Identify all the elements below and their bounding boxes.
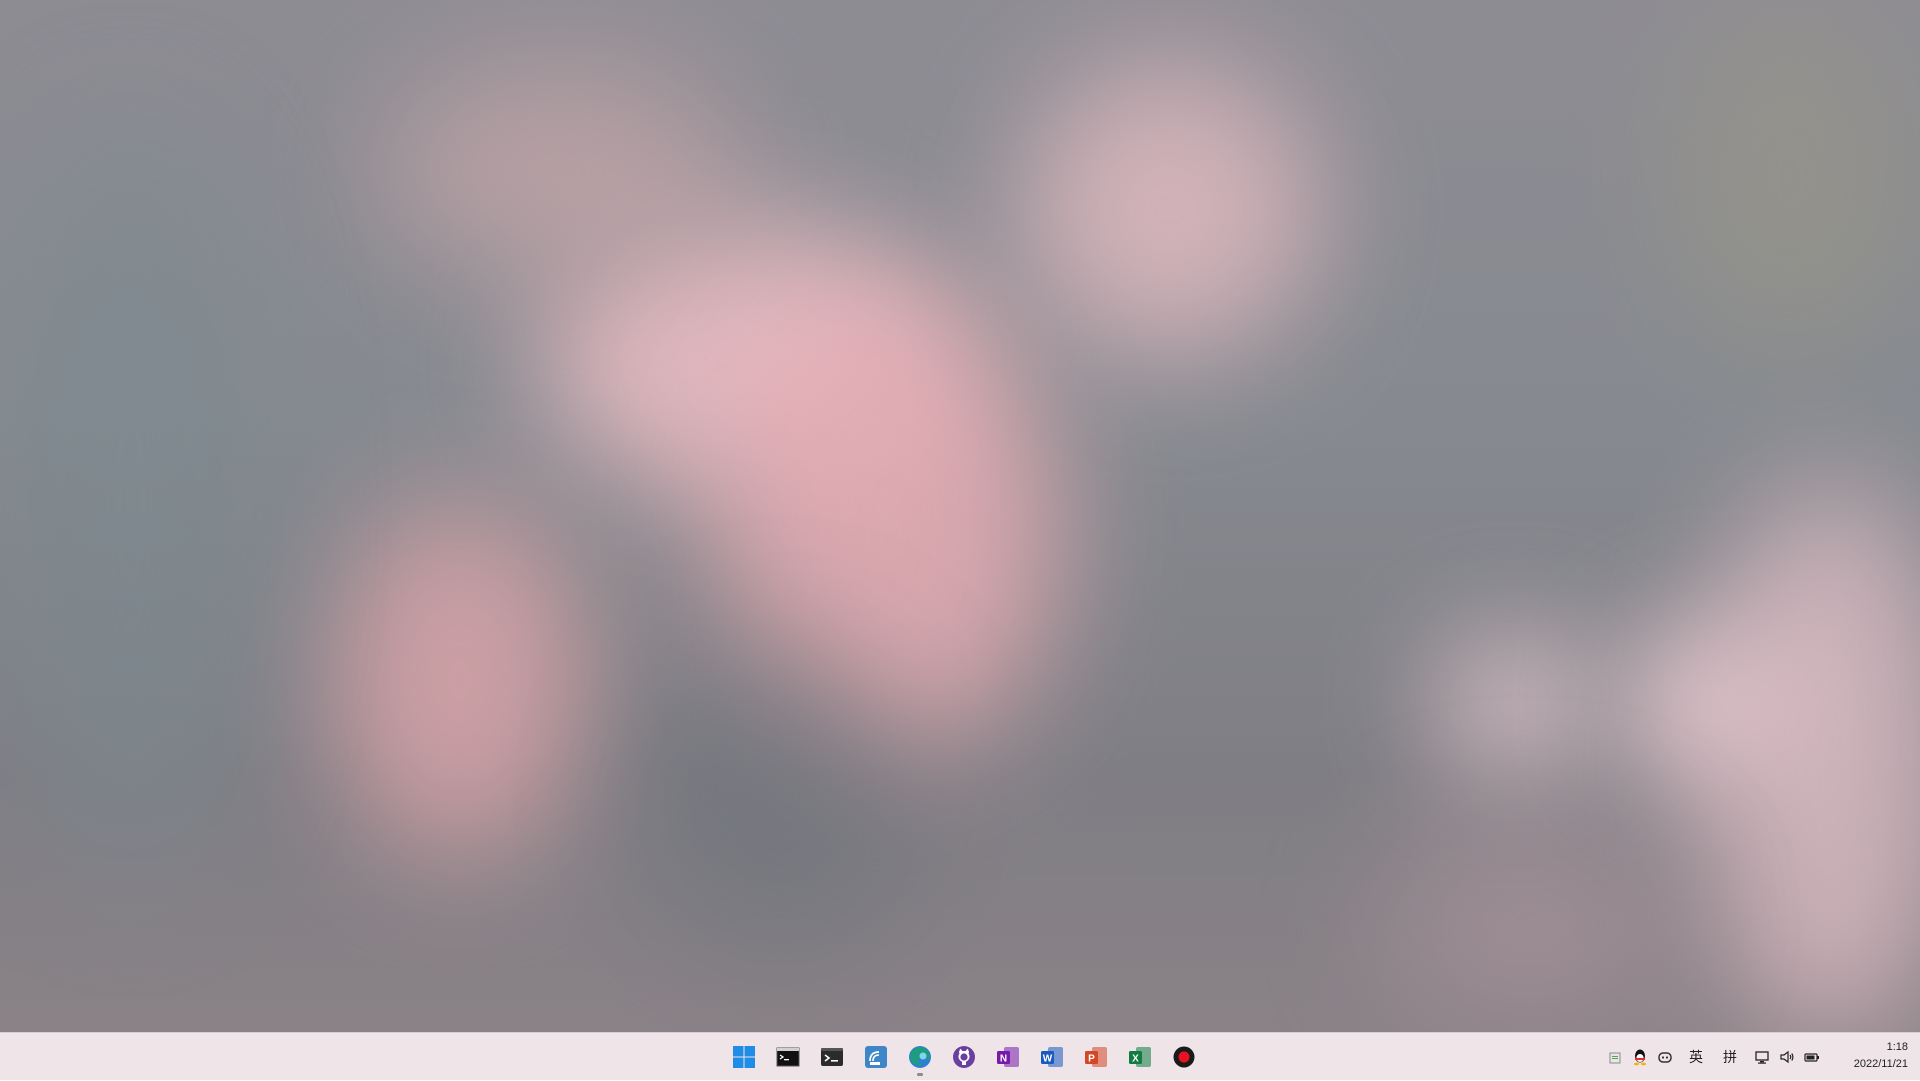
terminal-icon (820, 1047, 844, 1067)
svg-text:N: N (1000, 1054, 1007, 1065)
clock-time: 1:18 (1886, 1041, 1908, 1053)
svg-text:X: X (1132, 1054, 1139, 1065)
powerpoint-taskbar-button[interactable]: P (1076, 1037, 1116, 1077)
onenote-taskbar-button[interactable]: N (988, 1037, 1028, 1077)
recorder-taskbar-button[interactable] (1164, 1037, 1204, 1077)
command-prompt-icon (776, 1047, 800, 1067)
windows-start-icon (732, 1045, 756, 1069)
clock-date: 2022/11/21 (1853, 1058, 1908, 1070)
system-clock[interactable]: 1:18 2022/11/21 (1838, 1039, 1908, 1073)
word-icon: W (1039, 1045, 1065, 1069)
wallpaper-blur-shape (640, 640, 920, 960)
wallpaper-blur-shape (1020, 60, 1320, 360)
start-taskbar-button[interactable] (724, 1037, 764, 1077)
excel-icon: X (1127, 1045, 1153, 1069)
wallpaper-blur-shape (1440, 640, 1590, 770)
word-taskbar-button[interactable]: W (1032, 1037, 1072, 1077)
remote-tool-taskbar-button[interactable] (856, 1037, 896, 1077)
excel-taskbar-button[interactable]: X (1120, 1037, 1160, 1077)
tray-document-icon (1609, 1052, 1621, 1064)
edge-taskbar-button[interactable] (900, 1037, 940, 1077)
battery-icon[interactable] (1801, 1045, 1823, 1069)
wallpaper-blur-shape (330, 500, 590, 860)
svg-text:P: P (1088, 1054, 1095, 1065)
copilot-icon[interactable] (1654, 1045, 1676, 1069)
record-icon (1172, 1045, 1196, 1069)
github-icon (952, 1045, 976, 1069)
taskbar-pinned-apps: NWPX (722, 1033, 1206, 1081)
volume-icon[interactable] (1776, 1045, 1798, 1069)
powerpoint-icon: P (1083, 1045, 1109, 1069)
qq-icon[interactable] (1629, 1045, 1651, 1069)
taskbar: NWPX 英 拼 1:18 2022/11/21 (0, 1032, 1920, 1080)
running-indicator (917, 1073, 923, 1076)
edge-browser-icon (908, 1045, 932, 1069)
desktop-wallpaper[interactable] (0, 0, 1920, 1032)
wallpaper-blur-shape (0, 120, 260, 880)
wallpaper-blur-shape (380, 60, 740, 280)
wallpaper-blur-shape (1380, 820, 1680, 1020)
system-tray: 英 拼 (1604, 1033, 1826, 1081)
github-taskbar-button[interactable] (944, 1037, 984, 1077)
command-prompt-taskbar-button[interactable] (768, 1037, 808, 1077)
ime-language-indicator[interactable]: 英 (1679, 1047, 1713, 1067)
ime-mode-indicator[interactable]: 拼 (1713, 1047, 1747, 1067)
wallpaper-blur-shape (1660, 0, 1920, 360)
onenote-icon: N (995, 1045, 1021, 1069)
terminal-taskbar-button[interactable] (812, 1037, 852, 1077)
satellite-dish-icon (864, 1045, 888, 1069)
svg-text:W: W (1043, 1054, 1053, 1065)
tray-app-icon[interactable] (1604, 1045, 1626, 1069)
wallpaper-blur-shape (1700, 480, 1920, 1032)
network-icon[interactable] (1751, 1045, 1773, 1069)
